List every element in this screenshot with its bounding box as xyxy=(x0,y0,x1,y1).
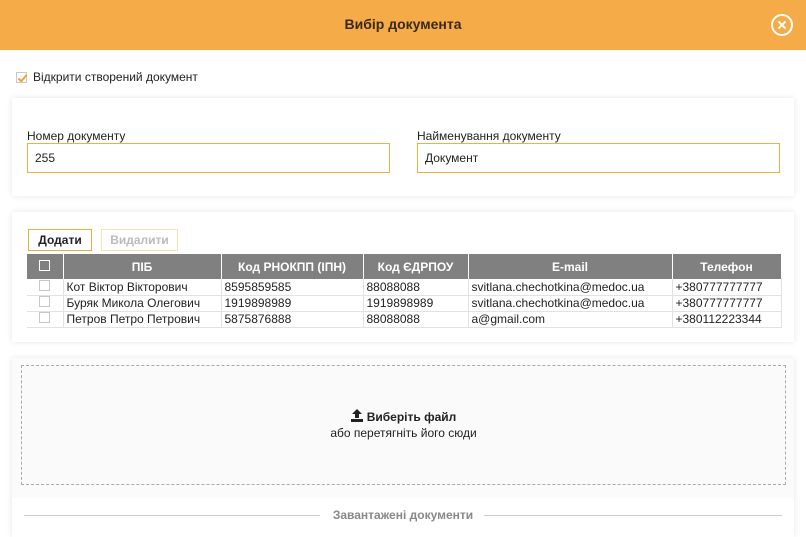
select-all-checkbox[interactable] xyxy=(39,259,51,271)
cell-phone: +380777777777 xyxy=(672,295,782,312)
cell-tax-id: 8595859585 xyxy=(221,279,364,296)
file-dropzone[interactable]: Виберіть файл або перетягніть його сюди xyxy=(21,365,786,485)
document-name-label: Найменування документу xyxy=(417,129,561,143)
cell-phone: +380777777777 xyxy=(672,279,782,296)
drag-here-hint: або перетягніть його сюди xyxy=(330,426,477,440)
close-icon[interactable] xyxy=(771,14,793,36)
row-select-cell[interactable] xyxy=(27,311,64,328)
signers-table: ПІБ Код РНОКПП (ІПН) Код ЄДРПОУ E-mail Т… xyxy=(27,254,782,328)
cell-name: Буряк Микола Олегович xyxy=(63,295,222,312)
cell-tax-id: 5875876888 xyxy=(221,311,364,328)
row-select-cell[interactable] xyxy=(27,295,64,312)
cell-name: Кот Віктор Вікторович xyxy=(63,279,222,296)
table-row[interactable]: Петров Петро Петрович 5875876888 8808808… xyxy=(27,311,782,328)
select-all-cell[interactable] xyxy=(27,254,64,279)
cell-edrpou: 1919898989 xyxy=(363,295,469,312)
dialog-header: Вибір документа xyxy=(0,0,806,50)
choose-file-link[interactable]: Виберіть файл xyxy=(22,409,785,424)
table-row[interactable]: Буряк Микола Олегович 1919898989 1919898… xyxy=(27,295,782,312)
column-header-phone[interactable]: Телефон xyxy=(672,254,782,279)
dialog-body: Відкрити створений документ Номер докуме… xyxy=(0,50,806,537)
cell-name: Петров Петро Петрович xyxy=(63,311,222,328)
open-created-checkbox[interactable]: Відкрити створений документ xyxy=(16,70,198,84)
add-button[interactable]: Додати xyxy=(28,229,92,251)
cell-edrpou: 88088088 xyxy=(363,311,469,328)
row-checkbox[interactable] xyxy=(39,279,51,291)
signers-panel: Додати Видалити ПІБ Код РНОКПП (ІПН) Код… xyxy=(12,212,794,342)
document-number-input[interactable] xyxy=(27,143,390,173)
cell-email: svitlana.chechotkina@medoc.ua xyxy=(468,279,673,296)
open-created-label: Відкрити створений документ xyxy=(33,70,198,84)
upload-icon xyxy=(350,409,363,422)
column-header-name[interactable]: ПІБ xyxy=(63,254,222,279)
choose-file-label: Виберіть файл xyxy=(366,410,457,424)
table-row[interactable]: Кот Віктор Вікторович 8595859585 8808808… xyxy=(27,279,782,296)
delete-button[interactable]: Видалити xyxy=(101,229,178,251)
dialog-title: Вибір документа xyxy=(344,16,462,32)
document-number-label: Номер документу xyxy=(27,129,126,143)
document-fields-panel: Номер документу Найменування документу xyxy=(12,98,794,196)
column-header-tax-id[interactable]: Код РНОКПП (ІПН) xyxy=(221,254,364,279)
cell-phone: +380112223344 xyxy=(672,311,782,328)
divider-line xyxy=(484,515,782,516)
cell-email: a@gmail.com xyxy=(468,311,673,328)
cell-edrpou: 88088088 xyxy=(363,279,469,296)
checkbox-checked-icon[interactable] xyxy=(16,71,27,83)
row-select-cell[interactable] xyxy=(27,279,64,296)
document-name-input[interactable] xyxy=(417,143,780,173)
column-header-edrpou[interactable]: Код ЄДРПОУ xyxy=(363,254,469,279)
cell-tax-id: 1919898989 xyxy=(221,295,364,312)
table-header-row: ПІБ Код РНОКПП (ІПН) Код ЄДРПОУ E-mail Т… xyxy=(27,254,782,279)
cell-email: svitlana.chechotkina@medoc.ua xyxy=(468,295,673,312)
row-checkbox[interactable] xyxy=(39,312,51,323)
column-header-email[interactable]: E-mail xyxy=(468,254,673,279)
row-checkbox[interactable] xyxy=(39,296,51,307)
uploaded-documents-section: Завантажені документи xyxy=(12,498,794,537)
